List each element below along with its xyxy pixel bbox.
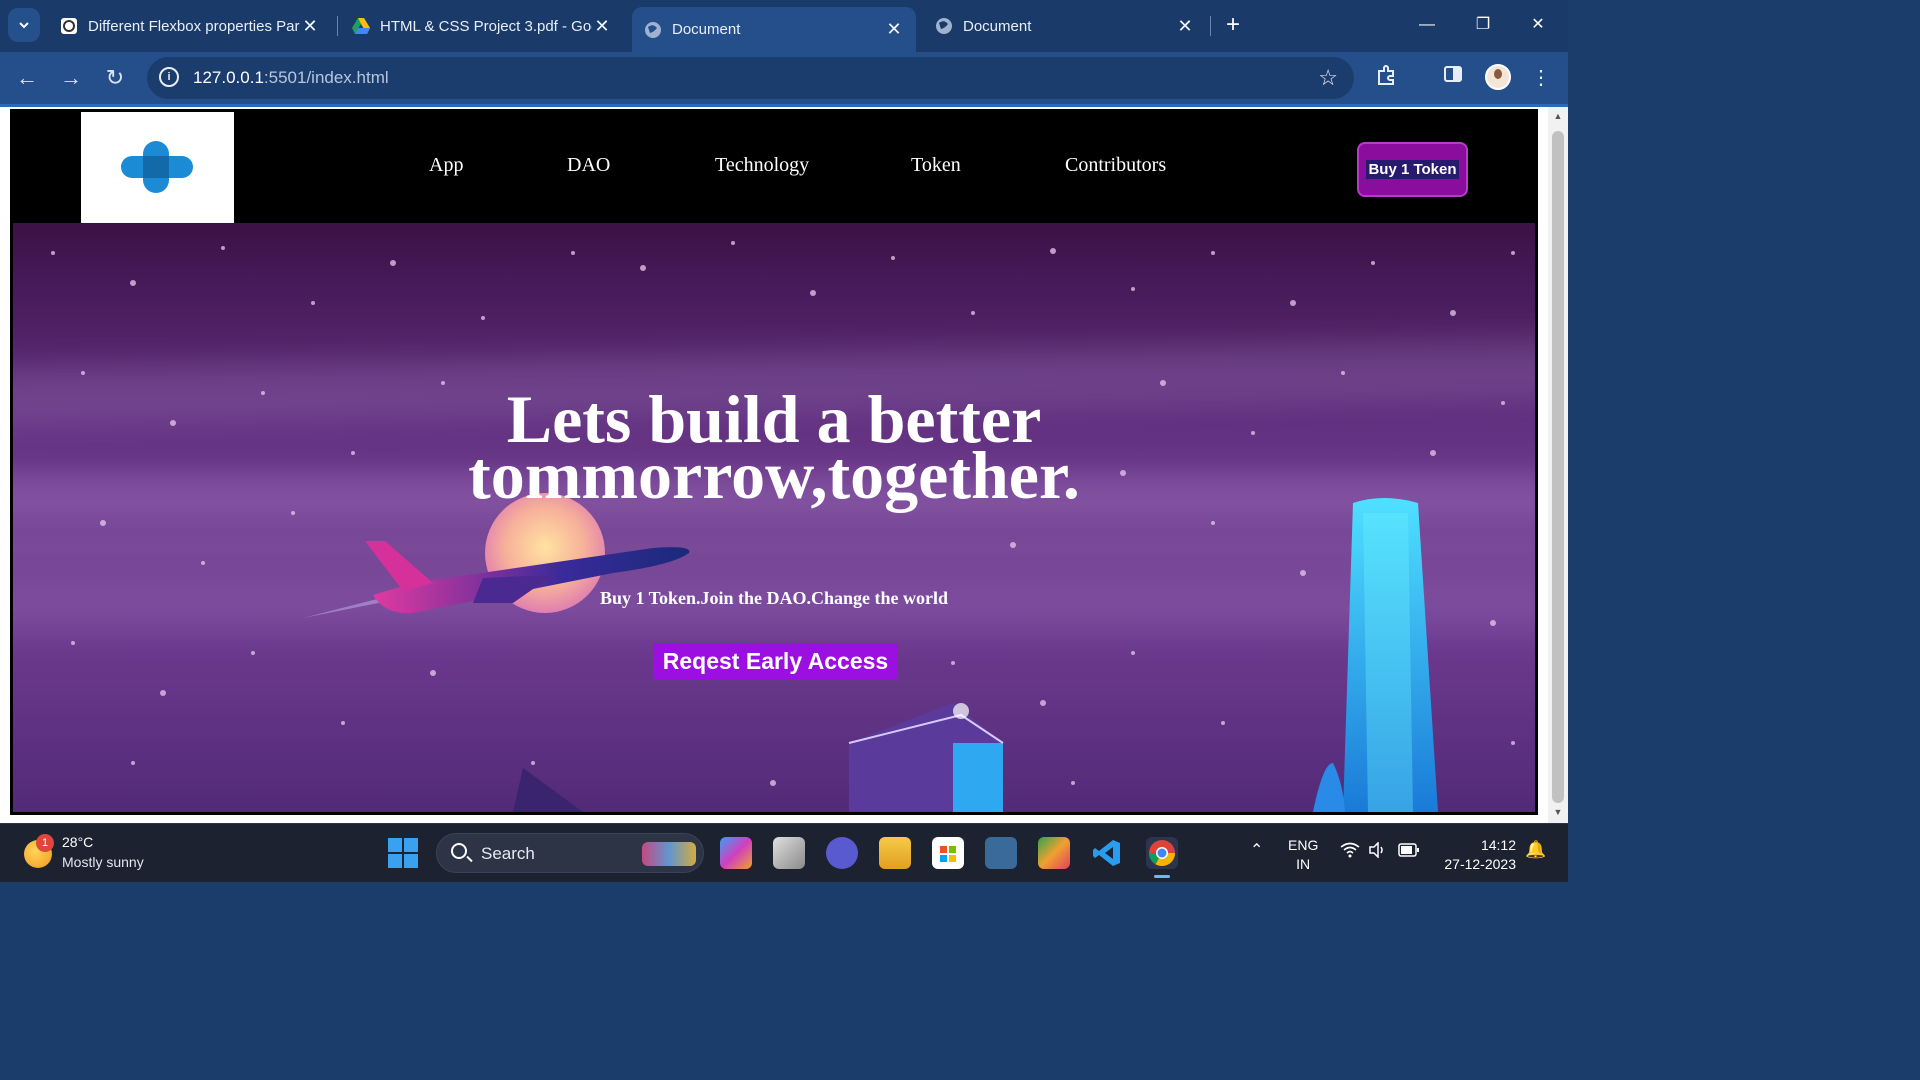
- chevron-down-icon: [19, 22, 29, 29]
- taskbar-search[interactable]: Search: [436, 833, 704, 873]
- plus-logo-icon: [121, 141, 193, 193]
- notification-badge: 1: [36, 834, 54, 852]
- bookmark-star-icon[interactable]: ☆: [1318, 65, 1338, 91]
- windows-start-icon[interactable]: [388, 838, 418, 868]
- tab-flexbox[interactable]: Different Flexbox properties Par ✕: [48, 7, 332, 45]
- extensions-icon[interactable]: [1373, 64, 1401, 92]
- nav-contributors[interactable]: Contributors: [1065, 154, 1166, 177]
- nav-dao[interactable]: DAO: [567, 154, 610, 177]
- wordpress-icon: [60, 17, 78, 35]
- page-scrollbar[interactable]: ▲ ▼: [1548, 107, 1568, 823]
- close-tab-icon[interactable]: ✕: [300, 16, 320, 37]
- tab-separator: [337, 16, 338, 36]
- tab-title: Document: [963, 17, 1032, 35]
- website: App DAO Technology Token Contributors Bu…: [10, 109, 1538, 815]
- minimize-button[interactable]: —: [1407, 10, 1447, 40]
- globe-icon: [935, 17, 953, 35]
- close-tab-icon[interactable]: ✕: [1175, 16, 1195, 37]
- request-early-access-button[interactable]: Reqest Early Access: [653, 643, 898, 680]
- weather-condition: Mostly sunny: [62, 854, 144, 870]
- site-logo[interactable]: [81, 112, 234, 223]
- search-highlight-icon: [642, 842, 696, 866]
- url-text[interactable]: 127.0.0.1:5501/index.html: [193, 68, 389, 88]
- chrome-icon[interactable]: [1146, 837, 1178, 878]
- address-bar[interactable]: i 127.0.0.1:5501/index.html ☆: [147, 57, 1354, 99]
- stars: [51, 241, 1515, 786]
- temperature: 28°C: [62, 834, 94, 850]
- task-view-icon[interactable]: [773, 837, 805, 869]
- hero-subtitle: Buy 1 Token.Join the DAO.Change the worl…: [599, 588, 949, 608]
- buy-token-button[interactable]: Buy 1 Token: [1357, 142, 1468, 197]
- scrollbar-thumb[interactable]: [1552, 131, 1564, 803]
- back-button[interactable]: ←: [11, 62, 43, 94]
- mysql-workbench-icon[interactable]: [985, 837, 1017, 869]
- browser-toolbar: ← → ↻ i 127.0.0.1:5501/index.html ☆ ⋮: [0, 52, 1568, 104]
- git-app-icon[interactable]: [1038, 837, 1070, 869]
- restore-button[interactable]: ❐: [1463, 10, 1503, 40]
- search-icon: [451, 843, 467, 859]
- tab-pdf[interactable]: HTML & CSS Project 3.pdf - Goo ✕: [340, 7, 624, 45]
- globe-icon: [644, 21, 662, 39]
- forward-button[interactable]: →: [55, 62, 87, 94]
- search-label: Search: [481, 844, 535, 863]
- tab-document-active[interactable]: Document ✕: [632, 7, 916, 52]
- tab-title: HTML & CSS Project 3.pdf - Goo: [380, 17, 592, 35]
- site-info-icon[interactable]: i: [159, 67, 179, 87]
- site-navbar: App DAO Technology Token Contributors Bu…: [13, 112, 1535, 223]
- clock[interactable]: 14:12 27-12-2023: [1436, 836, 1516, 874]
- tab-document[interactable]: Document ✕: [923, 7, 1207, 45]
- reload-button[interactable]: ↻: [99, 62, 131, 94]
- hero-title: Lets build a better tommorrow,together.: [468, 381, 1080, 513]
- tab-search-button[interactable]: [8, 8, 40, 42]
- tab-separator: [1210, 16, 1211, 36]
- nav-app[interactable]: App: [429, 154, 463, 177]
- battery-icon[interactable]: [1398, 843, 1420, 860]
- copilot-icon[interactable]: [720, 837, 752, 869]
- language-indicator[interactable]: ENG IN: [1288, 836, 1318, 874]
- nav-technology[interactable]: Technology: [715, 154, 809, 177]
- file-explorer-icon[interactable]: [879, 837, 911, 869]
- close-tab-icon[interactable]: ✕: [884, 19, 904, 40]
- notifications-bell-icon[interactable]: 🔔: [1525, 840, 1546, 860]
- hero-illustration: [51, 241, 1515, 812]
- volume-icon[interactable]: [1368, 841, 1386, 861]
- tab-title: Document: [672, 21, 741, 38]
- nav-token[interactable]: Token: [911, 154, 961, 177]
- scroll-down-arrow[interactable]: ▼: [1552, 807, 1564, 817]
- hero-section: Lets build a better tommorrow,together. …: [13, 223, 1535, 812]
- menu-dots-icon[interactable]: ⋮: [1527, 64, 1555, 92]
- google-drive-icon: [352, 17, 370, 35]
- close-tab-icon[interactable]: ✕: [592, 16, 612, 37]
- wifi-icon[interactable]: [1340, 842, 1360, 861]
- profile-avatar[interactable]: [1485, 64, 1511, 90]
- page-viewport: App DAO Technology Token Contributors Bu…: [0, 107, 1548, 823]
- new-tab-button[interactable]: +: [1220, 10, 1246, 40]
- microsoft-store-icon[interactable]: [932, 837, 964, 869]
- tab-title: Different Flexbox properties Par: [88, 17, 300, 35]
- vscode-icon[interactable]: [1091, 837, 1123, 869]
- teams-meet-icon[interactable]: [826, 837, 858, 869]
- windows-taskbar: 1 28°C Mostly sunny Search ⌃ ENG IN 14:1…: [0, 823, 1568, 882]
- close-window-button[interactable]: ✕: [1518, 10, 1558, 40]
- side-panel-icon[interactable]: [1439, 64, 1467, 92]
- scroll-up-arrow[interactable]: ▲: [1552, 111, 1564, 121]
- chevron-up-icon[interactable]: ⌃: [1250, 840, 1263, 860]
- city-buildings: [513, 498, 1438, 812]
- browser-tab-bar: Different Flexbox properties Par ✕ HTML …: [0, 0, 1568, 52]
